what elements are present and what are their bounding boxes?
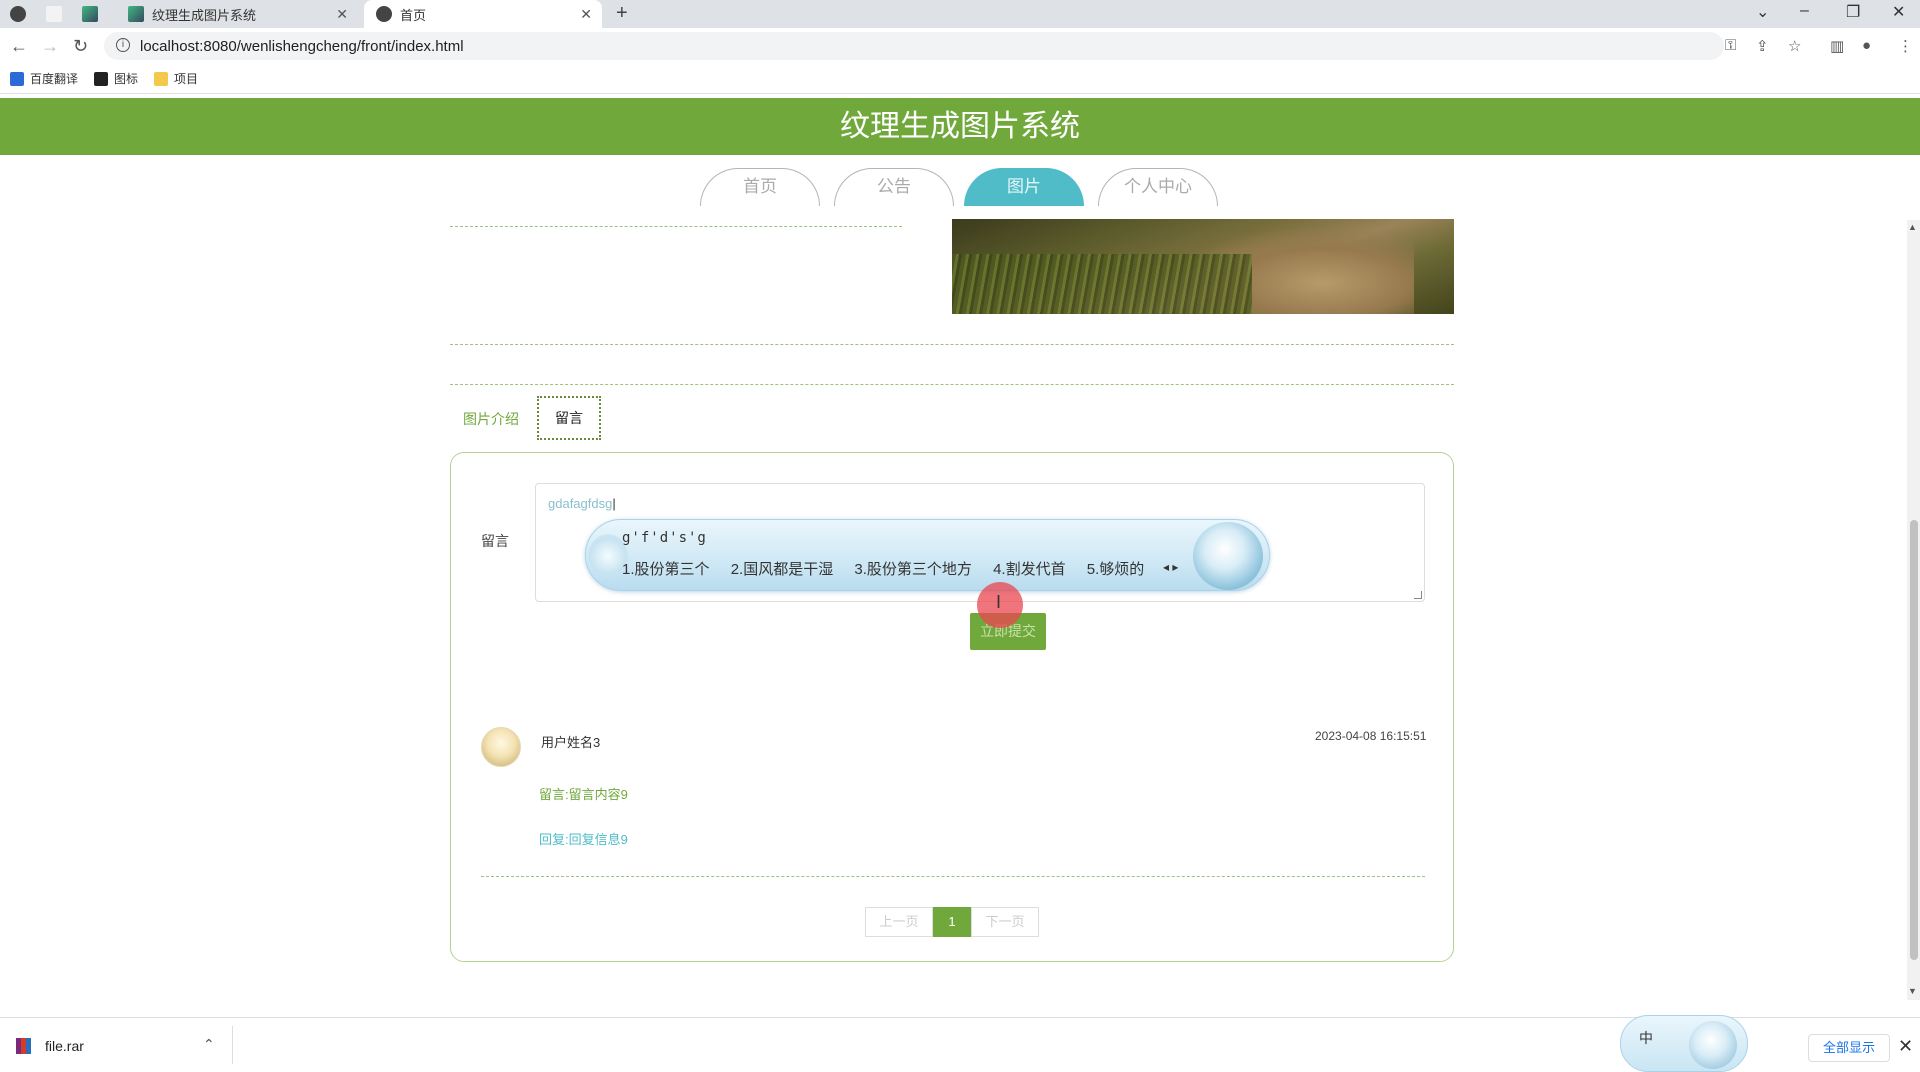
tab-search-icon[interactable]: ⌄: [1756, 2, 1769, 22]
close-icon[interactable]: ✕: [336, 6, 348, 23]
next-page-button[interactable]: 下一页: [971, 907, 1039, 937]
ime-candidate[interactable]: 3.股份第三个地方: [854, 561, 972, 578]
divider: [481, 876, 1425, 877]
translate-icon: [10, 71, 24, 86]
bookmark-icons[interactable]: 图标: [94, 70, 138, 87]
resize-handle[interactable]: [1414, 591, 1422, 599]
url-field[interactable]: i localhost:8080/wenlishengcheng/front/i…: [104, 32, 1724, 60]
tab-home[interactable]: 首页 ✕: [364, 0, 602, 28]
tab-system[interactable]: 纹理生成图片系统 ✕: [128, 0, 358, 28]
minimize-icon[interactable]: –: [1800, 2, 1809, 20]
ime-composition: g'f'd's'g: [622, 530, 707, 546]
vue-icon: [128, 6, 144, 22]
close-window-icon[interactable]: ✕: [1892, 2, 1905, 22]
close-icon[interactable]: ✕: [580, 6, 592, 23]
bookmark-label: 百度翻译: [30, 72, 79, 86]
tab-pinned-1[interactable]: [10, 0, 40, 28]
reload-icon[interactable]: ↻: [73, 36, 88, 57]
sidebar-icon[interactable]: ▥: [1830, 37, 1844, 55]
text-cursor-icon: I: [996, 592, 1002, 612]
bookmarks-bar: 百度翻译 图标 项目: [0, 64, 1920, 94]
divider: [450, 226, 902, 227]
comment-user: 用户姓名3: [541, 735, 601, 750]
browser-tab-bar: 纹理生成图片系统 ✕ 首页 ✕ + ⌄ – ❐ ✕: [0, 0, 1920, 28]
vue-icon: [82, 6, 98, 22]
ime-decoration: [1193, 522, 1263, 590]
info-icon[interactable]: i: [116, 38, 130, 52]
forward-icon[interactable]: →: [41, 36, 59, 57]
nav-home[interactable]: 首页: [700, 168, 820, 206]
site-title: 纹理生成图片系统: [0, 98, 1920, 155]
ime-candidate[interactable]: 5.够烦的: [1087, 561, 1145, 578]
url-text: localhost:8080/wenlishengcheng/front/ind…: [140, 37, 464, 55]
ime-candidates: 1.股份第三个 2.国风都是干湿 3.股份第三个地方 4.割发代首 5.够烦的: [622, 558, 1161, 579]
tab-system-label: 纹理生成图片系统: [152, 7, 257, 23]
comment-time: 2023-04-08 16:15:51: [1315, 729, 1427, 743]
divider: [450, 344, 1454, 345]
nav-pictures[interactable]: 图片: [964, 168, 1084, 206]
ime-status-widget[interactable]: 中: [1620, 1015, 1748, 1072]
rar-file-icon: [16, 1038, 31, 1054]
tab-pinned-2[interactable]: [46, 0, 76, 28]
divider: [450, 384, 1454, 385]
back-icon[interactable]: ←: [10, 36, 28, 57]
star-icon[interactable]: ☆: [1788, 37, 1801, 55]
tab-messages[interactable]: 留言: [537, 396, 601, 440]
comment-message: 留言:留言内容9: [539, 787, 628, 802]
comment-reply: 回复:回复信息9: [539, 832, 628, 847]
texture-image: [952, 219, 1454, 314]
ime-candidate[interactable]: 2.国风都是干湿: [731, 561, 834, 578]
divider: [232, 1026, 233, 1064]
blank-page-icon: [46, 6, 62, 22]
globe-icon: [376, 6, 392, 22]
share-icon[interactable]: ⇪: [1756, 37, 1769, 55]
bookmark-project[interactable]: 项目: [154, 70, 198, 87]
message-text: gdafagfdsg: [548, 496, 613, 511]
image-detail: [952, 254, 1252, 314]
nav-personal-center[interactable]: 个人中心: [1098, 168, 1218, 206]
chevron-up-icon[interactable]: ⌃: [203, 1036, 215, 1053]
address-bar-row: ← → ↻ i localhost:8080/wenlishengcheng/f…: [0, 28, 1920, 64]
key-icon[interactable]: ⚿: [1725, 37, 1736, 54]
profile-icon[interactable]: ●: [1862, 37, 1871, 54]
globe-icon: [10, 6, 26, 22]
scroll-down-icon[interactable]: ▼: [1908, 986, 1917, 996]
restore-icon[interactable]: ❐: [1846, 2, 1860, 22]
bookmark-label: 项目: [174, 72, 199, 86]
ime-mode-indicator: 中: [1639, 1030, 1653, 1046]
message-label: 留言: [481, 533, 509, 549]
close-icon[interactable]: ✕: [1898, 1036, 1913, 1057]
image-icon: [94, 71, 109, 86]
scrollbar-thumb[interactable]: [1910, 520, 1918, 960]
ime-candidate[interactable]: 4.割发代首: [993, 561, 1066, 578]
avatar: [481, 727, 521, 767]
page-1-button[interactable]: 1: [933, 907, 971, 937]
new-tab-button[interactable]: +: [616, 2, 628, 25]
bookmark-baidu-translate[interactable]: 百度翻译: [10, 70, 78, 87]
nav-notice[interactable]: 公告: [834, 168, 954, 206]
menu-icon[interactable]: ⋮: [1898, 37, 1913, 55]
ime-candidate-window: g'f'd's'g 1.股份第三个 2.国风都是干湿 3.股份第三个地方 4.割…: [585, 519, 1270, 591]
tab-picture-intro[interactable]: 图片介绍: [463, 409, 519, 429]
tab-pinned-3[interactable]: [82, 0, 112, 28]
bookmark-label: 图标: [114, 72, 139, 86]
ime-page-arrows[interactable]: ◂ ▸: [1163, 560, 1178, 574]
show-all-downloads-button[interactable]: 全部显示: [1808, 1034, 1890, 1062]
prev-page-button[interactable]: 上一页: [865, 907, 933, 937]
download-filename[interactable]: file.rar: [45, 1038, 84, 1054]
ime-decoration: [1689, 1021, 1737, 1069]
ime-candidate[interactable]: 1.股份第三个: [622, 561, 710, 578]
folder-icon: [154, 71, 169, 86]
scroll-up-icon[interactable]: ▲: [1908, 222, 1917, 232]
tab-home-label: 首页: [400, 7, 427, 23]
